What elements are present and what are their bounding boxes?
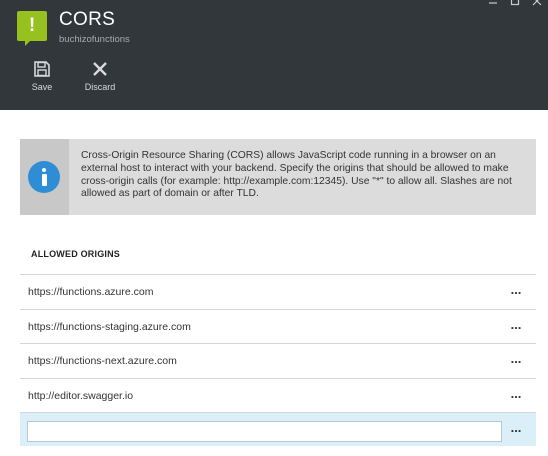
close-icon xyxy=(532,0,542,6)
save-icon xyxy=(34,61,50,77)
more-options-button[interactable]: ... xyxy=(506,318,526,334)
origin-value: http://editor.swagger.io xyxy=(28,390,134,402)
maximize-icon xyxy=(510,0,520,6)
origin-row[interactable]: http://editor.swagger.io ... xyxy=(20,378,536,413)
info-box: Cross-Origin Resource Sharing (CORS) all… xyxy=(20,139,536,215)
origin-value: https://functions-staging.azure.com xyxy=(28,321,191,333)
origin-value: https://functions.azure.com xyxy=(28,286,154,298)
exclamation-icon: ! xyxy=(17,11,47,46)
more-options-button[interactable]: ... xyxy=(506,421,526,437)
origin-row[interactable]: https://functions-staging.azure.com ... xyxy=(20,309,536,344)
minimize-button[interactable] xyxy=(482,0,504,12)
blade-header: ! CORS buchizofunctions Save Discard xyxy=(0,0,548,110)
discard-button[interactable]: Discard xyxy=(77,60,123,100)
info-text: Cross-Origin Resource Sharing (CORS) all… xyxy=(81,150,512,200)
page-title: CORS xyxy=(59,9,116,30)
new-origin-row: ... xyxy=(20,412,536,446)
maximize-button[interactable] xyxy=(504,0,526,12)
discard-icon xyxy=(93,62,107,76)
new-origin-input[interactable] xyxy=(27,421,502,442)
origin-value: https://functions-next.azure.com xyxy=(28,355,177,367)
more-options-button[interactable]: ... xyxy=(506,352,526,368)
origin-row[interactable]: https://functions.azure.com ... xyxy=(20,274,536,309)
save-button[interactable]: Save xyxy=(19,60,65,100)
minimize-icon xyxy=(489,2,497,4)
page-subtitle: buchizofunctions xyxy=(59,34,130,45)
origin-row[interactable]: https://functions-next.azure.com ... xyxy=(20,343,536,378)
more-options-button[interactable]: ... xyxy=(506,283,526,299)
window-controls xyxy=(482,0,548,12)
discard-label: Discard xyxy=(84,82,116,92)
info-icon xyxy=(28,161,60,193)
close-button[interactable] xyxy=(526,0,548,12)
more-options-button[interactable]: ... xyxy=(506,387,526,403)
allowed-origins-header: ALLOWED ORIGINS xyxy=(31,249,120,259)
info-icon-column xyxy=(20,139,69,215)
save-label: Save xyxy=(31,82,53,92)
